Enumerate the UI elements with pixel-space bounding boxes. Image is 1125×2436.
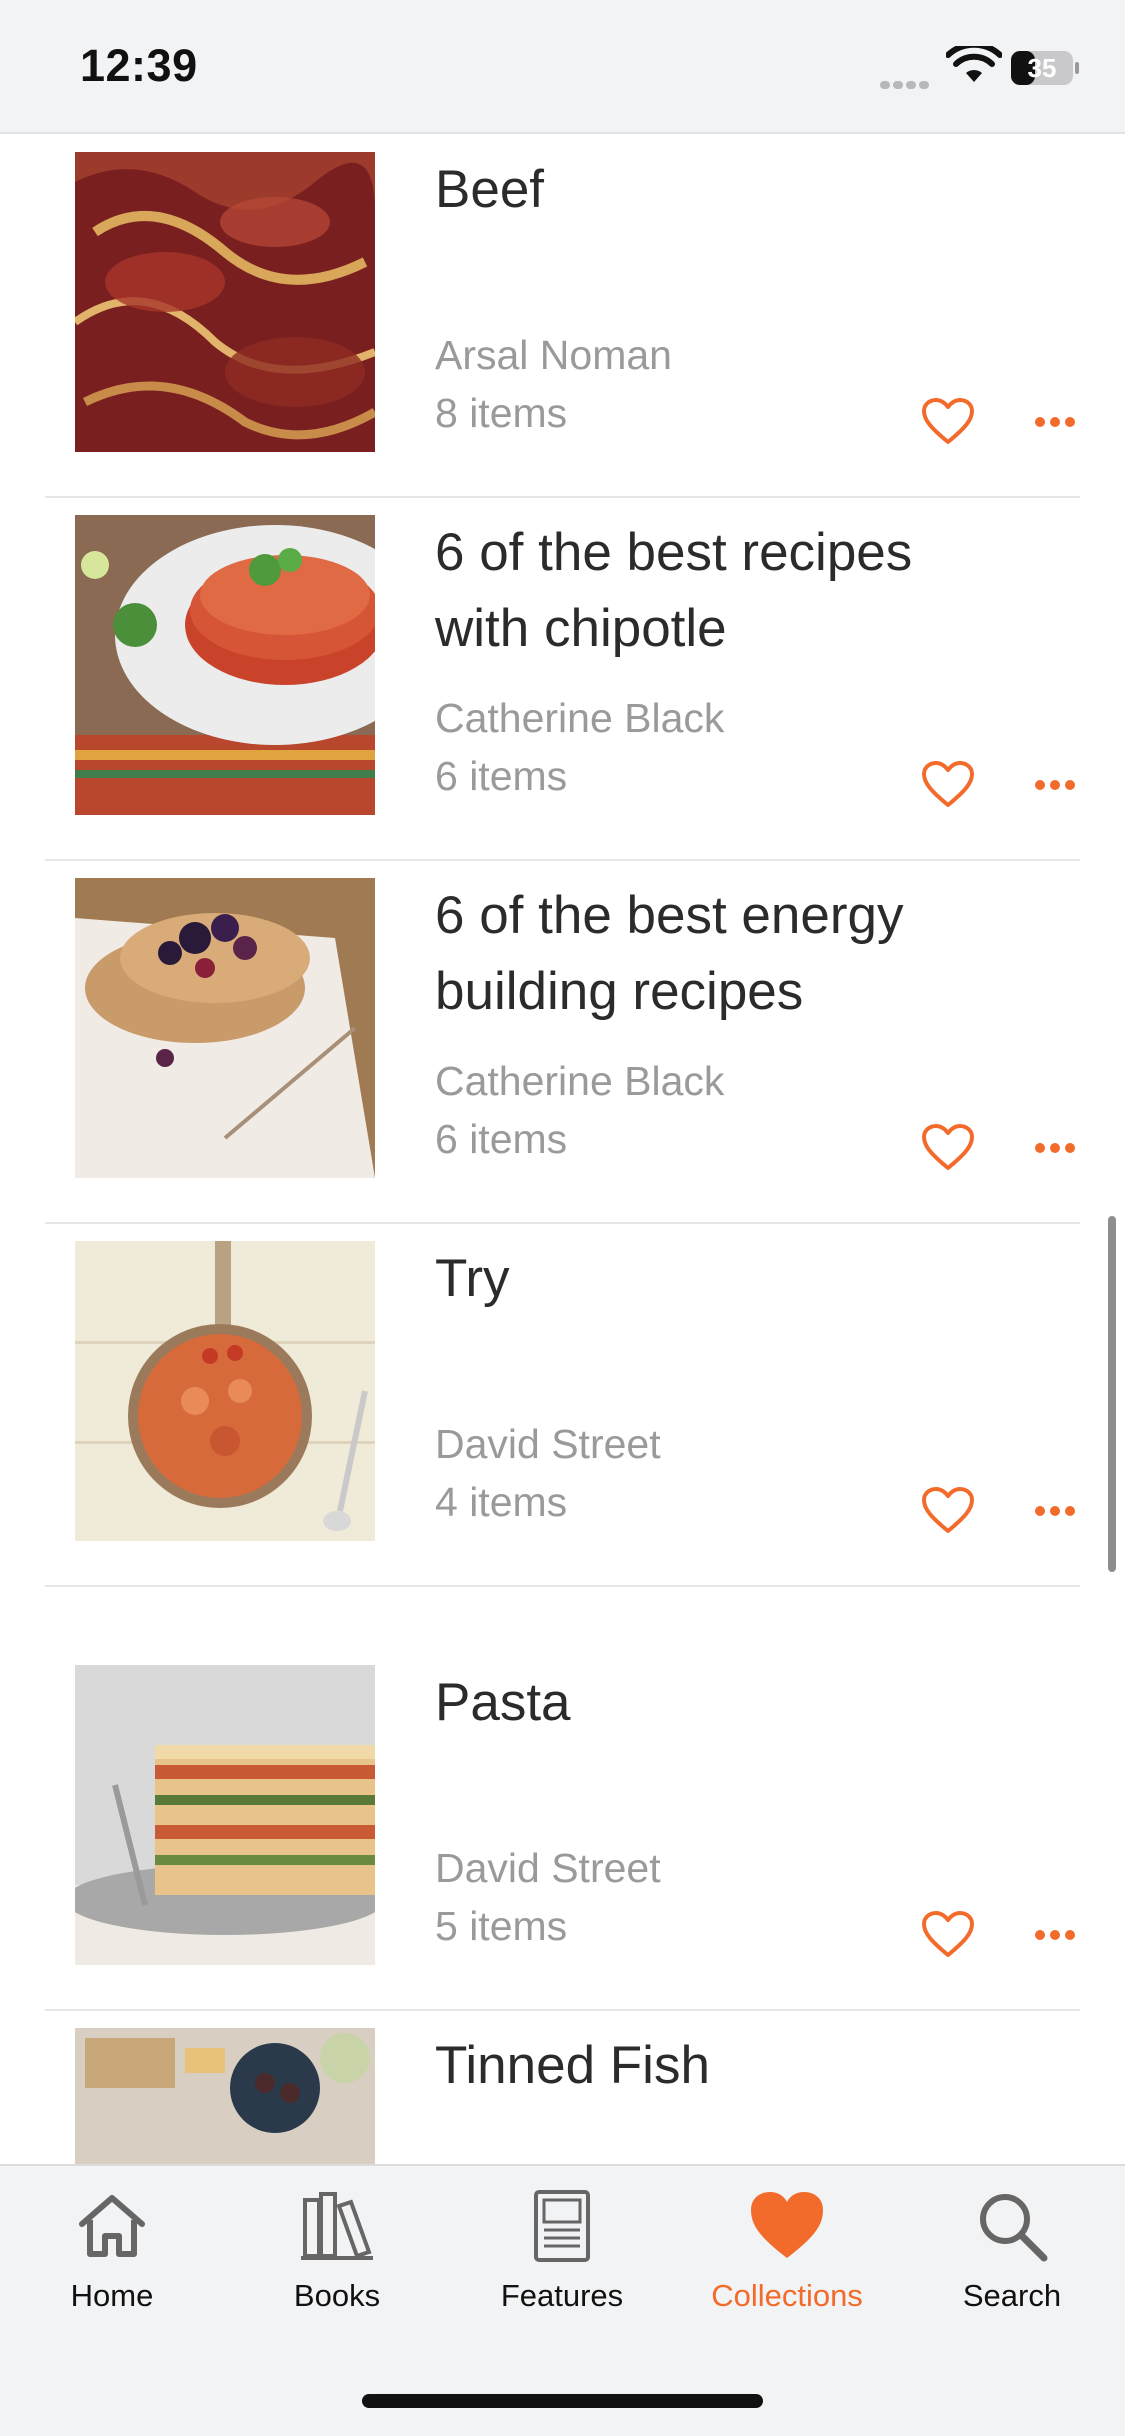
heart-icon — [751, 2192, 823, 2258]
tab-search-label: Search — [962, 2278, 1062, 2313]
collection-author: David Street — [435, 1421, 661, 1467]
heart-outline-icon[interactable] — [921, 761, 975, 809]
collection-count: 6 items — [435, 753, 568, 799]
collection-row[interactable]: Tinned Fish — [0, 2012, 1125, 2164]
status-bar: 12:39 35 — [0, 0, 1125, 134]
collection-row[interactable]: 6 of the best recipes with chipotle Cath… — [0, 499, 1125, 861]
tab-home-label: Home — [70, 2278, 154, 2313]
collection-thumbnail[interactable] — [75, 152, 375, 452]
more-options-icon[interactable] — [1034, 1505, 1076, 1517]
collection-thumbnail[interactable] — [75, 1665, 375, 1965]
more-options-icon[interactable] — [1034, 779, 1076, 791]
collection-thumbnail[interactable] — [75, 878, 375, 1178]
collection-row[interactable]: Pasta David Street 5 items — [0, 1649, 1125, 2011]
collection-title[interactable]: Tinned Fish — [435, 2028, 995, 2104]
collection-title[interactable]: Beef — [435, 152, 995, 228]
row-divider — [45, 496, 1080, 498]
collection-thumbnail[interactable] — [75, 1241, 375, 1541]
features-icon — [534, 2190, 590, 2262]
collection-row[interactable]: Beef Arsal Noman 8 items — [0, 136, 1125, 498]
more-options-icon[interactable] — [1034, 1929, 1076, 1941]
collection-row[interactable]: 6 of the best energy building recipes Ca… — [0, 862, 1125, 1224]
status-time: 12:39 — [80, 40, 198, 91]
collection-row[interactable]: Try David Street 4 items — [0, 1225, 1125, 1587]
heart-outline-icon[interactable] — [921, 1124, 975, 1172]
collection-thumbnail[interactable] — [75, 2028, 375, 2164]
collection-author: Catherine Black — [435, 1058, 725, 1104]
collection-count: 5 items — [435, 1903, 568, 1949]
tab-search[interactable]: Search — [912, 2186, 1112, 2326]
tab-collections[interactable]: Collections — [687, 2186, 887, 2326]
collection-title[interactable]: Pasta — [435, 1665, 995, 1741]
collections-list[interactable]: Beef Arsal Noman 8 items 6 of the best r… — [0, 136, 1125, 2164]
books-icon — [301, 2192, 373, 2260]
collection-title[interactable]: 6 of the best energy building recipes — [435, 878, 995, 1030]
collection-author: David Street — [435, 1845, 661, 1891]
home-indicator[interactable] — [362, 2394, 763, 2408]
tab-home[interactable]: Home — [12, 2186, 212, 2326]
collection-author: Arsal Noman — [435, 332, 672, 378]
scroll-indicator[interactable] — [1108, 1216, 1116, 1572]
collection-count: 4 items — [435, 1479, 568, 1525]
collection-title[interactable]: Try — [435, 1241, 995, 1317]
heart-outline-icon[interactable] — [921, 398, 975, 446]
home-icon — [79, 2195, 145, 2257]
tab-books[interactable]: Books — [237, 2186, 437, 2326]
more-options-icon[interactable] — [1034, 416, 1076, 428]
tab-features-label: Features — [500, 2278, 624, 2313]
row-divider — [45, 1222, 1080, 1224]
cellular-signal-icon — [880, 76, 936, 89]
tab-features[interactable]: Features — [462, 2186, 662, 2326]
row-divider — [45, 2009, 1080, 2011]
row-divider — [45, 859, 1080, 861]
collection-thumbnail[interactable] — [75, 515, 375, 815]
battery-icon: 35 — [1011, 51, 1079, 85]
wifi-icon — [946, 46, 1002, 82]
search-icon — [980, 2194, 1048, 2262]
collection-count: 8 items — [435, 390, 568, 436]
row-divider — [45, 1585, 1080, 1587]
more-options-icon[interactable] — [1034, 1142, 1076, 1154]
heart-outline-icon[interactable] — [921, 1487, 975, 1535]
battery-level: 35 — [1028, 53, 1057, 83]
collection-count: 6 items — [435, 1116, 568, 1162]
heart-outline-icon[interactable] — [921, 1911, 975, 1959]
tab-books-label: Books — [293, 2278, 381, 2313]
collection-title[interactable]: 6 of the best recipes with chipotle — [435, 515, 995, 667]
tab-collections-label: Collections — [711, 2278, 863, 2313]
collection-author: Catherine Black — [435, 695, 725, 741]
